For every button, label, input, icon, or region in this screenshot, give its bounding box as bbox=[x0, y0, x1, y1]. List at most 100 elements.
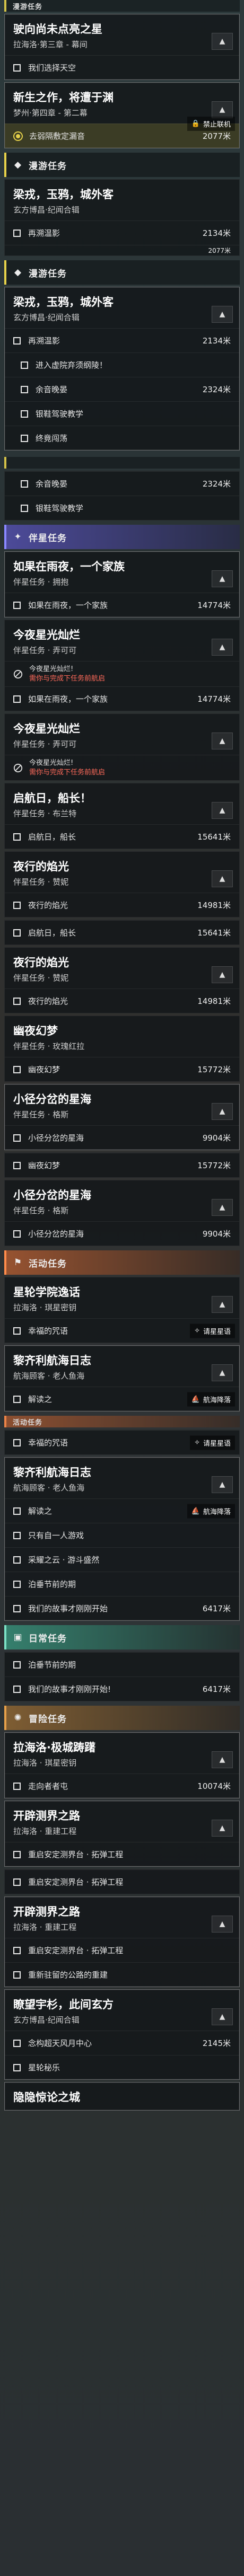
quest-card[interactable]: 今夜星光灿烂 伴星任务 · 弄可可 ▲ 今夜星光灿烂! 需你与完成下任务前航启 bbox=[4, 713, 240, 781]
distance: 6417米 bbox=[202, 1684, 231, 1694]
status-badge: ⛵ 航海降落 bbox=[187, 1392, 235, 1406]
quest-card[interactable]: 幽夜幻梦 伴星任务 · 玫瑰红拉 幽夜幻梦 15772米 bbox=[4, 1016, 240, 1082]
quest-card-partial[interactable]: 幸福的咒语 ✧ 请星星语 bbox=[4, 1430, 240, 1455]
objective-row[interactable]: 泊垂节前的期 bbox=[5, 1572, 239, 1596]
objective-row[interactable]: 如果在雨夜，一个家族 14774米 bbox=[5, 686, 239, 711]
section-header-daily[interactable]: ▣ 日常任务 bbox=[4, 1625, 240, 1649]
objective-row[interactable]: 终竟闯荡 bbox=[5, 426, 239, 450]
section-header-companion[interactable]: ✦ 伴星任务 bbox=[4, 525, 240, 549]
objective-row[interactable]: 解读之 ⛵ 航海降落 bbox=[5, 1498, 239, 1523]
collapse-button[interactable]: ▲ bbox=[212, 1103, 233, 1120]
quest-card-partial[interactable]: 余音晚晏 2324米 银鞋驾驶教学 bbox=[4, 471, 240, 521]
objective-row[interactable]: 余音晚晏 2324米 bbox=[5, 377, 239, 401]
objective-row[interactable]: 采耀之云 · 游斗盛然 bbox=[5, 1547, 239, 1572]
checkbox-icon bbox=[13, 601, 21, 609]
objective-row[interactable]: 走向者者屯 10074米 bbox=[5, 1774, 239, 1798]
collapse-button[interactable]: ▲ bbox=[212, 966, 233, 983]
quest-card[interactable]: 梁戎，玉鸦，城外客 玄方博昌·纪闻合辑 再溯温影 2134米 2077米 bbox=[4, 179, 240, 256]
objective-row[interactable]: 重启安定测界台 · 拓弹工程 bbox=[5, 1842, 239, 1866]
quest-card[interactable]: 开辟测界之路 拉海洛 · 重建工程 ▲ 重启安定测界台 · 拓弹工程 重新驻留的… bbox=[4, 1896, 240, 1987]
collapse-button[interactable]: ▲ bbox=[212, 570, 233, 587]
objective-row[interactable]: 如果在雨夜，一个家族 14774米 bbox=[5, 593, 239, 617]
collapse-button[interactable]: ▲ bbox=[212, 639, 233, 656]
quest-card[interactable]: 梁戎，玉鸦，城外客 玄方博昌·纪闻合辑 ▲ 再溯温影 2134米 进入虚院弃须纲… bbox=[4, 287, 240, 451]
chevron-up-icon: ▲ bbox=[219, 1369, 225, 1377]
checkbox-icon bbox=[13, 901, 21, 909]
quest-card[interactable]: 新生之作，将遭于渊 梦州·第四章 - 第二幕 ▲ 去弱隔敷定漏音 2077米 🔒… bbox=[4, 82, 240, 148]
objective-row[interactable]: 我们的故事才刚刚开始 6417米 bbox=[5, 1596, 239, 1620]
status-badge: ⛵ 航海降落 bbox=[187, 1504, 235, 1518]
quest-card-partial[interactable]: 启航日，船长 15641米 bbox=[4, 920, 240, 945]
objective-row[interactable]: 泊垂节前的期 bbox=[5, 1652, 239, 1677]
objective-row[interactable]: 解读之 ⛵ 航海降落 bbox=[5, 1387, 239, 1411]
objective-row[interactable]: 我们的故事才刚刚开始! 6417米 bbox=[5, 1677, 239, 1701]
quest-card-partial[interactable]: 重启安定测界台 · 拓弹工程 bbox=[4, 1869, 240, 1894]
section-header-trailblaze[interactable]: ◆ 漫游任务 bbox=[4, 260, 240, 285]
objective-row[interactable]: 夜行的焰光 14981米 bbox=[5, 893, 239, 917]
objective-row[interactable]: 银鞋驾驶教学 bbox=[5, 496, 239, 520]
objective-row[interactable]: 再溯温影 2134米 bbox=[5, 328, 239, 352]
collapse-button[interactable]: ▲ bbox=[212, 2008, 233, 2025]
objective-row[interactable]: 只有自一人游戏 bbox=[5, 1523, 239, 1547]
objective-row[interactable]: 重启安定测界台 · 拓弹工程 bbox=[5, 1869, 239, 1894]
collapse-button[interactable]: ▲ bbox=[212, 1296, 233, 1313]
section-header-trailblaze[interactable]: ◆ 漫游任务 bbox=[4, 153, 240, 177]
collapse-button[interactable]: ▲ bbox=[212, 802, 233, 819]
objective-label: 我们的故事才刚刚开始 bbox=[28, 1604, 108, 1613]
quest-card[interactable]: 小径分岔的星海 伴星任务 · 格斯 ▲ 小径分岔的星海 9904米 bbox=[4, 1180, 240, 1246]
objective-row[interactable]: 幽夜幻梦 15772米 bbox=[5, 1057, 239, 1081]
objective-row[interactable]: 进入虚院弃须纲陵！ bbox=[5, 352, 239, 377]
objective-row[interactable]: 小径分岔的星海 9904米 bbox=[5, 1125, 239, 1150]
quest-card[interactable]: 今夜星光灿烂 伴星任务 · 弄可可 ▲ 今夜星光灿烂! 需你与完成下任务前航启 … bbox=[4, 620, 240, 711]
section-header-trailblaze[interactable]: 漫游任务 bbox=[4, 0, 240, 12]
checkbox-icon bbox=[13, 2063, 21, 2071]
collapse-button[interactable]: ▲ bbox=[212, 870, 233, 887]
quest-card[interactable]: 隐隐惊论之城 bbox=[4, 2082, 240, 2111]
quest-card[interactable]: 启航日，船长！ 伴星任务 · 布兰特 ▲ 启航日，船长 15641米 bbox=[4, 783, 240, 849]
quest-card[interactable]: 小径分岔的星海 伴星任务 · 格斯 ▲ 小径分岔的星海 9904米 bbox=[4, 1084, 240, 1150]
quest-card[interactable]: 瞭望宇杉，此间玄方 玄方博昌·纪闻合辑 ▲ 念构超天风月中心 2145米 星轮秘… bbox=[4, 1989, 240, 2080]
quest-card[interactable]: 夜行的焰光 伴星任务 · 赞妮 ▲ 夜行的焰光 14981米 bbox=[4, 947, 240, 1013]
section-header-adventure[interactable]: ✺ 冒险任务 bbox=[4, 1706, 240, 1730]
objective-row-tracked[interactable]: 去弱隔敷定漏音 2077米 🔒 禁止联机 bbox=[5, 117, 239, 148]
objective-row[interactable]: 小径分岔的星海 9904米 bbox=[5, 1221, 239, 1246]
quest-card[interactable]: 拉海洛·极城踌躇 拉海洛 · 琪星密钥 ▲ 走向者者屯 10074米 bbox=[4, 1732, 240, 1798]
section-header-event[interactable]: 活动任务 bbox=[4, 1416, 240, 1427]
collapse-button[interactable]: ▲ bbox=[212, 1476, 233, 1493]
objective-row[interactable]: 我们选择天空 bbox=[5, 55, 239, 80]
objective-row[interactable]: 幽夜幻梦 15772米 bbox=[5, 1153, 239, 1177]
objective-row[interactable]: 启航日，船长 15641米 bbox=[5, 920, 239, 945]
quest-card[interactable]: 黎齐利航海日志 航海顾客 · 老人鱼海 ▲ 解读之 ⛵ 航海降落 只有自一人游戏… bbox=[4, 1457, 240, 1621]
collapse-button[interactable]: ▲ bbox=[212, 1364, 233, 1381]
collapse-button[interactable]: ▲ bbox=[212, 1916, 233, 1933]
quest-card[interactable]: 开辟测界之路 拉海洛 · 重建工程 ▲ 重启安定测界台 · 拓弹工程 bbox=[4, 1801, 240, 1867]
checkbox-icon bbox=[13, 229, 21, 237]
objective-row[interactable]: 银鞋驾驶教学 bbox=[5, 401, 239, 426]
collapse-button[interactable]: ▲ bbox=[212, 306, 233, 323]
objective-row[interactable]: 幸福的咒语 ✧ 请星星语 bbox=[5, 1318, 239, 1343]
collapse-button[interactable]: ▲ bbox=[212, 1199, 233, 1216]
objective-row[interactable]: 念构超天风月中心 2145米 bbox=[5, 2031, 239, 2055]
collapse-button[interactable]: ▲ bbox=[212, 733, 233, 749]
objective-row[interactable]: 再溯温影 2134米 bbox=[5, 220, 239, 245]
section-header-event[interactable]: ⚑ 活动任务 bbox=[4, 1250, 240, 1275]
collapse-button[interactable]: ▲ bbox=[212, 1751, 233, 1768]
objective-row[interactable]: 夜行的焰光 14981米 bbox=[5, 989, 239, 1013]
quest-card[interactable]: 驶向尚未点亮之星 拉海洛·第三章 - 幕间 ▲ 我们选择天空 bbox=[4, 14, 240, 80]
objective-row[interactable]: 星轮秘乐 bbox=[5, 2055, 239, 2079]
objective-row[interactable]: 余音晚晏 2324米 bbox=[5, 471, 239, 496]
quest-card[interactable]: 如果在雨夜，一个家族 伴星任务 · 拥抱 ▲ 如果在雨夜，一个家族 14774米 bbox=[4, 551, 240, 617]
quest-card[interactable]: 黎齐利航海日志 航海顾客 · 老人鱼海 ▲ 解读之 ⛵ 航海降落 bbox=[4, 1345, 240, 1411]
collapse-button[interactable]: ▲ bbox=[212, 101, 233, 118]
objective-row[interactable]: 启航日，船长 15641米 bbox=[5, 824, 239, 849]
collapse-button[interactable]: ▲ bbox=[212, 33, 233, 50]
quest-title: 开辟测界之路 bbox=[13, 1810, 80, 1822]
quest-card[interactable]: 星轮学院逸话 拉海洛 · 琪星密钥 ▲ 幸福的咒语 ✧ 请星星语 bbox=[4, 1277, 240, 1343]
collapse-button[interactable]: ▲ bbox=[212, 1820, 233, 1837]
quest-card-partial[interactable]: 幽夜幻梦 15772米 bbox=[4, 1152, 240, 1178]
objective-row[interactable]: 重新驻留的公路的重建 bbox=[5, 1962, 239, 1987]
objective-row[interactable]: 幸福的咒语 ✧ 请星星语 bbox=[5, 1430, 239, 1454]
quest-card[interactable]: 夜行的焰光 伴星任务 · 赞妮 ▲ 夜行的焰光 14981米 bbox=[4, 851, 240, 918]
objective-row[interactable]: 重启安定测界台 · 拓弹工程 bbox=[5, 1938, 239, 1962]
quest-card-partial[interactable]: 泊垂节前的期 我们的故事才刚刚开始! 6417米 bbox=[4, 1652, 240, 1701]
